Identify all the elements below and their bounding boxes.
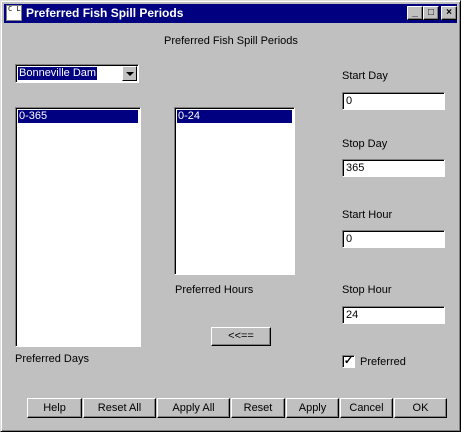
- ok-button[interactable]: OK: [394, 398, 447, 418]
- stop-day-label: Stop Day: [342, 138, 388, 150]
- list-item[interactable]: 0-365: [18, 110, 138, 123]
- stop-hour-value: 24: [346, 309, 359, 321]
- close-button[interactable]: ×: [441, 6, 457, 20]
- reset-all-button[interactable]: Reset All: [83, 398, 156, 418]
- maximize-button[interactable]: □: [423, 6, 439, 20]
- stop-day-field[interactable]: 365: [342, 159, 445, 177]
- days-listbox[interactable]: 0-365: [15, 107, 141, 347]
- start-day-label: Start Day: [342, 70, 388, 82]
- window-title: Preferred Fish Spill Periods: [26, 6, 184, 20]
- stop-hour-field[interactable]: 24: [342, 306, 445, 324]
- start-hour-label: Start Hour: [342, 209, 393, 221]
- hours-listbox[interactable]: 0-24: [174, 107, 295, 275]
- apply-button[interactable]: Apply: [286, 398, 339, 418]
- stop-day-value: 365: [346, 162, 365, 174]
- hours-list-label: Preferred Hours: [175, 284, 254, 296]
- start-hour-field[interactable]: 0: [342, 230, 445, 248]
- main-window: C L Preferred Fish Spill Periods _ □ × P…: [0, 0, 461, 432]
- stop-hour-label: Stop Hour: [342, 284, 392, 296]
- dam-select-value: Bonneville Dam: [18, 67, 98, 80]
- cancel-button[interactable]: Cancel: [340, 398, 393, 418]
- title-bar[interactable]: C L Preferred Fish Spill Periods _ □ ×: [4, 4, 457, 23]
- minimize-button[interactable]: _: [407, 6, 423, 20]
- app-icon[interactable]: C L: [6, 5, 22, 21]
- move-left-button[interactable]: <<==: [211, 327, 271, 346]
- apply-all-button[interactable]: Apply All: [157, 398, 230, 418]
- chevron-down-icon[interactable]: [122, 66, 137, 81]
- preferred-checkbox[interactable]: ✓: [342, 355, 355, 368]
- header-label: Preferred Fish Spill Periods: [164, 35, 298, 47]
- preferred-checkbox-label: Preferred: [360, 356, 406, 368]
- days-list-label: Preferred Days: [15, 353, 89, 365]
- list-item[interactable]: 0-24: [177, 110, 292, 123]
- reset-button[interactable]: Reset: [231, 398, 285, 418]
- start-hour-value: 0: [346, 233, 353, 245]
- help-button[interactable]: Help: [27, 398, 82, 418]
- start-day-field[interactable]: 0: [342, 92, 445, 110]
- start-day-value: 0: [346, 95, 353, 107]
- dam-select[interactable]: Bonneville Dam: [15, 64, 139, 83]
